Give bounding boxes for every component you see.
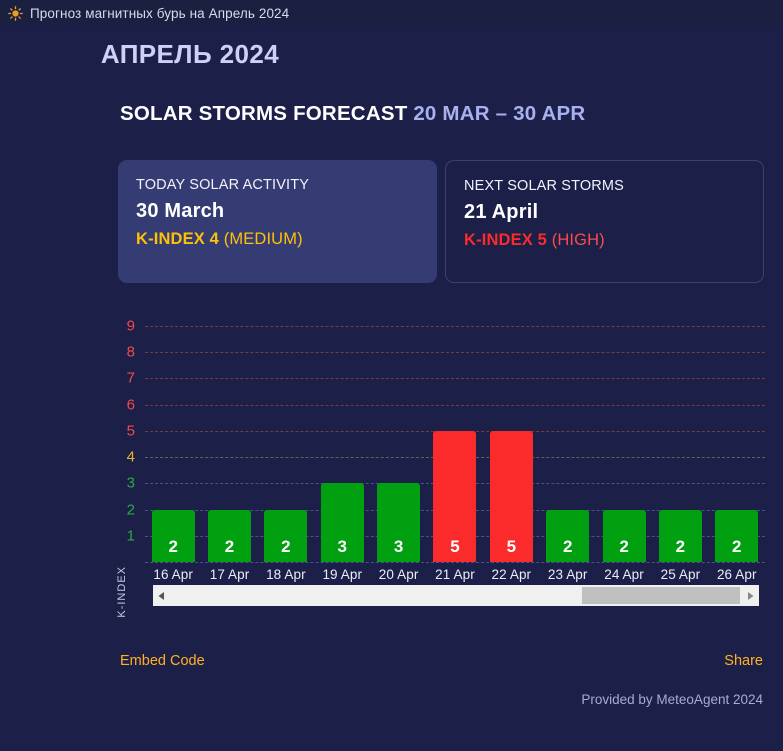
bar-slot: 2 (709, 310, 765, 562)
bar-slot: 3 (370, 310, 426, 562)
bar-slot: 2 (652, 310, 708, 562)
card-kindex: K-INDEX 4 (MEDIUM) (136, 230, 437, 249)
scrollbar-track[interactable] (170, 585, 742, 606)
bar-slot: 5 (483, 310, 539, 562)
chart-plot-area: 987654321 22233552222 (127, 310, 765, 562)
chart-bars: 22233552222 (145, 310, 765, 562)
card-kindex-value: K-INDEX 5 (464, 231, 547, 249)
share-link[interactable]: Share (724, 653, 763, 669)
x-axis-label: 19 Apr (322, 567, 363, 582)
y-axis-tick: 8 (126, 343, 135, 361)
x-axis-label: 17 Apr (209, 567, 250, 582)
chart-horizontal-scrollbar[interactable] (153, 585, 759, 606)
provided-by-label: Provided by MeteoAgent 2024 (581, 692, 763, 707)
forecast-heading: SOLAR STORMS FORECAST 20 MAR – 30 APR (0, 102, 783, 126)
chart-bar[interactable]: 5 (489, 430, 533, 562)
bar-slot: 2 (258, 310, 314, 562)
card-kindex-level: (HIGH) (551, 231, 605, 249)
card-kindex: K-INDEX 5 (HIGH) (464, 231, 763, 250)
chart-bar[interactable]: 2 (208, 509, 252, 562)
chart-bar[interactable]: 3 (377, 483, 421, 562)
chart-x-axis-labels: 16 Apr 17 Apr 18 Apr 19 Apr 20 Apr 21 Apr 22 A… (145, 562, 765, 582)
x-axis-label: 25 Apr (660, 567, 701, 582)
chart-bar[interactable]: 2 (715, 509, 759, 562)
next-solar-storms-card[interactable]: NEXT SOLAR STORMS 21 April K-INDEX 5 (HI… (445, 160, 764, 283)
forecast-heading-text: SOLAR STORMS FORECAST (120, 102, 408, 125)
card-kindex-value: K-INDEX 4 (136, 230, 219, 248)
x-axis-label: 20 Apr (378, 567, 419, 582)
chart-bar[interactable]: 5 (433, 430, 477, 562)
chart-bar[interactable]: 2 (151, 509, 195, 562)
x-axis-label: 22 Apr (491, 567, 532, 582)
x-axis-label: 23 Apr (547, 567, 588, 582)
chart-bar[interactable]: 2 (264, 509, 308, 562)
scrollbar-thumb[interactable] (581, 587, 740, 604)
chart-bar[interactable]: 2 (546, 509, 590, 562)
card-date: 30 March (136, 200, 225, 222)
y-axis-tick: 1 (126, 527, 135, 545)
bar-slot: 2 (201, 310, 257, 562)
page-title: АПРЕЛЬ 2024 (100, 39, 280, 69)
y-axis-tick: 2 (126, 501, 135, 518)
bar-slot: 5 (427, 310, 483, 562)
bar-slot: 2 (596, 310, 652, 562)
forecast-date-range: 20 MAR – 30 APR (413, 102, 586, 125)
card-label: NEXT SOLAR STORMS (464, 178, 624, 194)
card-kindex-level: (MEDIUM) (223, 230, 303, 248)
info-cards: TODAY SOLAR ACTIVITY 30 March K-INDEX 4 … (0, 160, 783, 283)
y-axis-tick: 4 (126, 448, 135, 466)
card-date: 21 April (464, 201, 539, 223)
chevron-left-icon[interactable] (153, 585, 170, 606)
bar-slot: 2 (145, 310, 201, 562)
y-axis-tick: 6 (126, 396, 135, 413)
chart-y-axis-title: K-INDEX (116, 566, 128, 618)
card-label: TODAY SOLAR ACTIVITY (136, 177, 310, 193)
x-axis-label: 26 Apr (716, 567, 757, 582)
x-axis-label: 21 Apr (435, 567, 475, 582)
chevron-right-icon[interactable] (742, 585, 759, 606)
y-axis-tick: 9 (126, 317, 135, 335)
chart-bar[interactable]: 2 (602, 509, 646, 562)
x-axis-label: 18 Apr (266, 567, 306, 582)
today-solar-activity-card[interactable]: TODAY SOLAR ACTIVITY 30 March K-INDEX 4 … (118, 160, 437, 283)
x-axis-label: 24 Apr (604, 567, 644, 582)
bar-slot: 2 (540, 310, 596, 562)
topbar: Прогноз магнитных бурь на Апрель 2024 (0, 0, 783, 26)
solar-storm-forecast-widget: Прогноз магнитных бурь на Апрель 2024 АП… (0, 0, 783, 751)
chart-bar[interactable]: 2 (658, 509, 702, 562)
bar-slot: 3 (314, 310, 370, 562)
chart-bar[interactable]: 3 (320, 483, 364, 562)
topbar-title: Прогноз магнитных бурь на Апрель 2024 (30, 5, 290, 21)
embed-code-link[interactable]: Embed Code (120, 653, 205, 669)
footer-links: Embed Code Share (120, 653, 763, 669)
y-axis-tick: 5 (126, 422, 135, 440)
sun-icon (8, 5, 23, 21)
y-axis-tick: 7 (126, 369, 135, 387)
y-axis-tick: 3 (126, 474, 135, 492)
x-axis-label: 16 Apr (153, 567, 193, 582)
